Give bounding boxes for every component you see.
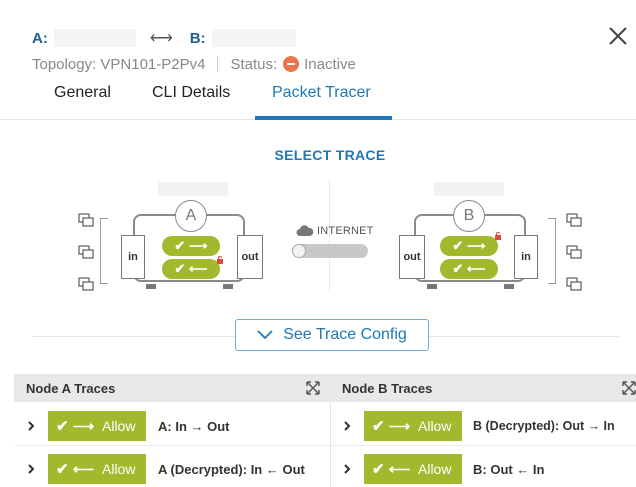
- node-b-port-out[interactable]: out: [399, 235, 425, 279]
- see-trace-config-button[interactable]: See Trace Config: [235, 319, 429, 351]
- tunnel-meta: Topology: VPN101-P2Pv4 Status: Inactive: [32, 54, 356, 74]
- check-arrow-right-icon: ✔ ⟶: [56, 418, 95, 435]
- node-b-traces-title: Node B Traces: [342, 380, 433, 396]
- bidirectional-arrow-icon: ⟷: [149, 30, 173, 47]
- node-foot: [146, 284, 156, 289]
- allow-badge[interactable]: ✔ ⟵ Allow: [48, 454, 146, 484]
- node-a-circle: A: [175, 200, 207, 232]
- expand-icon[interactable]: [306, 381, 320, 395]
- node-a-port-out[interactable]: out: [237, 235, 263, 279]
- see-trace-config-label: See Trace Config: [283, 326, 407, 343]
- tab-bar: General CLI Details Packet Tracer: [0, 76, 636, 120]
- check-arrow-left-icon: ✔ ⟵: [56, 461, 95, 478]
- allow-label: Allow: [418, 461, 452, 477]
- internet-text: INTERNET: [317, 225, 374, 237]
- trace-description: B: Out ← In: [473, 462, 545, 477]
- endpoint-a-label: A:: [32, 29, 48, 47]
- node-b-name-redacted: [434, 182, 504, 196]
- internet-label: INTERNET: [296, 225, 374, 237]
- host-icon: [566, 245, 582, 259]
- expand-icon[interactable]: [622, 381, 636, 395]
- endpoint-b-label: B:: [189, 29, 206, 47]
- tunnel-details-panel: A: ⟷ B: Topology: VPN101-P2Pv4 Status: I…: [0, 0, 636, 487]
- allow-badge[interactable]: ✔ ⟵ Allow: [364, 454, 462, 484]
- host-icon: [78, 245, 94, 259]
- select-trace-title: SELECT TRACE: [274, 147, 386, 163]
- host-icon: [78, 213, 94, 227]
- node-a-port-in[interactable]: in: [121, 235, 145, 279]
- allow-label: Allow: [102, 418, 136, 434]
- host-icon: [566, 213, 582, 227]
- host-bracket: [100, 218, 108, 284]
- lock-icon: [217, 256, 223, 264]
- allow-badge[interactable]: ✔ ⟶ Allow: [364, 411, 462, 441]
- node-b-trace-forward[interactable]: ✔ ⟶: [440, 236, 498, 256]
- check-arrow-right-icon: ✔ ⟶: [372, 418, 411, 435]
- divider: [217, 56, 219, 72]
- node-b-circle: B: [453, 200, 485, 232]
- close-icon[interactable]: [606, 24, 630, 48]
- tunnel-endpoints: A: ⟷ B:: [32, 28, 296, 48]
- node-a-traces-title: Node A Traces: [26, 380, 116, 396]
- chevron-right-icon[interactable]: [26, 464, 36, 474]
- chevron-right-icon[interactable]: [342, 421, 352, 431]
- node-foot: [504, 284, 514, 289]
- node-foot: [223, 284, 233, 289]
- chevron-right-icon[interactable]: [26, 421, 36, 431]
- allow-label: Allow: [102, 461, 136, 477]
- cloud-icon: [296, 225, 314, 236]
- tab-packet-tracer[interactable]: Packet Tracer: [272, 84, 371, 120]
- tab-cli-details[interactable]: CLI Details: [152, 84, 230, 120]
- tunnel-end: [292, 244, 306, 258]
- endpoint-b-name-redacted: [211, 29, 296, 47]
- node-a-trace-reverse[interactable]: ✔ ⟵: [162, 259, 220, 279]
- trace-description: A: In → Out: [158, 419, 230, 434]
- allow-badge[interactable]: ✔ ⟶ Allow: [48, 411, 146, 441]
- divider: [429, 336, 619, 337]
- node-b-traces-header: Node B Traces: [330, 374, 636, 402]
- divider: [32, 336, 235, 337]
- chevron-right-icon[interactable]: [342, 464, 352, 474]
- host-icon: [78, 277, 94, 291]
- node-a-name-redacted: [158, 182, 228, 196]
- chevron-down-icon: [257, 330, 273, 340]
- active-tab-indicator: [255, 116, 392, 120]
- lock-icon: [495, 232, 501, 240]
- topology-text: Topology: VPN101-P2Pv4: [32, 55, 206, 73]
- endpoint-a-name-redacted: [53, 29, 136, 47]
- status-label: Status:: [230, 55, 278, 73]
- node-a-trace-forward[interactable]: ✔ ⟶: [162, 236, 220, 256]
- host-icon: [566, 277, 582, 291]
- status-value: Inactive: [304, 55, 356, 73]
- node-a-traces-header: Node A Traces: [14, 374, 330, 402]
- tab-general[interactable]: General: [54, 84, 111, 120]
- inactive-status-icon: [283, 56, 300, 72]
- trace-description: A (Decrypted): In ← Out: [158, 462, 305, 477]
- host-bracket: [548, 218, 556, 284]
- allow-label: Allow: [418, 418, 452, 434]
- trace-description: B (Decrypted): Out → In: [473, 419, 615, 433]
- node-foot: [427, 284, 437, 289]
- check-arrow-left-icon: ✔ ⟵: [372, 461, 411, 478]
- node-b-port-in[interactable]: in: [514, 235, 538, 279]
- node-b-trace-reverse[interactable]: ✔ ⟵: [440, 259, 498, 279]
